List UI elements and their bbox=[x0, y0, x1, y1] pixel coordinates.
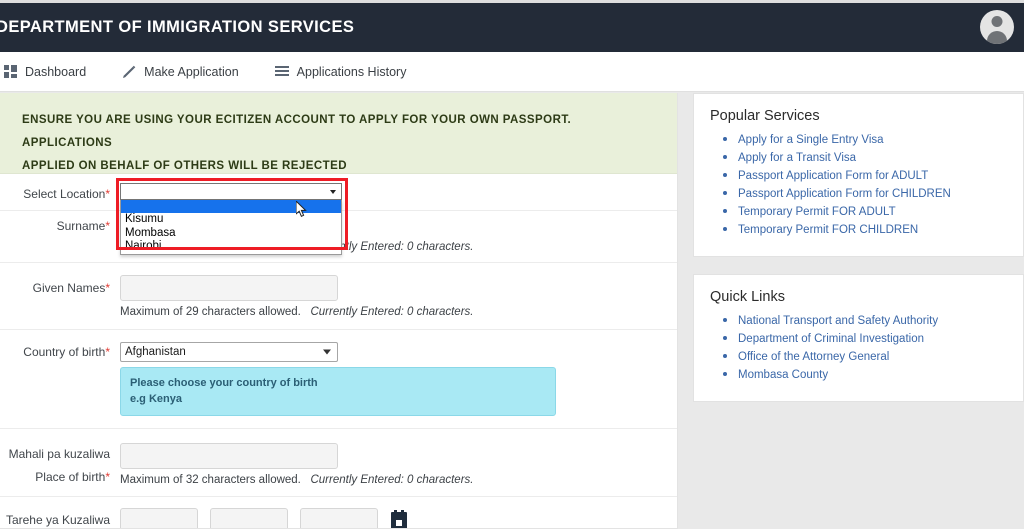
list-lines-icon bbox=[274, 65, 289, 78]
country-of-birth-label: Country of birth* bbox=[23, 345, 110, 359]
list-item: Apply for a Single Entry Visa bbox=[738, 130, 1007, 148]
given-names-hint-count: : 0 characters. bbox=[400, 306, 474, 318]
place-of-birth-hint: Maximum of 32 characters allowed. Curren… bbox=[120, 474, 677, 486]
link-ntsa[interactable]: National Transport and Safety Authority bbox=[738, 314, 938, 329]
given-names-input[interactable] bbox=[120, 275, 338, 301]
popular-services-title: Popular Services bbox=[710, 108, 820, 124]
place-of-birth-hint-entered: Currently Entered bbox=[310, 474, 401, 486]
list-item: Temporary Permit FOR ADULT bbox=[738, 202, 1007, 220]
select-location-option-blank[interactable] bbox=[121, 200, 341, 213]
link-mombasa-county[interactable]: Mombasa County bbox=[738, 368, 828, 383]
list-item: Mombasa County bbox=[738, 365, 1007, 383]
quick-links-card: Quick Links National Transport and Safet… bbox=[693, 274, 1024, 402]
app-header: DEPARTMENT OF IMMIGRATION SERVICES bbox=[0, 3, 1024, 52]
ecitizen-notice-banner: ENSURE YOU ARE USING YOUR ECITIZEN ACCOU… bbox=[0, 93, 677, 174]
link-attorney-general[interactable]: Office of the Attorney General bbox=[738, 350, 889, 365]
main-navbar: Dashboard Make Application Applications … bbox=[0, 52, 1024, 92]
link-passport-children[interactable]: Passport Application Form for CHILDREN bbox=[738, 187, 951, 202]
link-temp-permit-adult[interactable]: Temporary Permit FOR ADULT bbox=[738, 205, 896, 220]
country-of-birth-selected-value: Afghanistan bbox=[125, 346, 186, 358]
list-item: Office of the Attorney General bbox=[738, 347, 1007, 365]
surname-label: Surname* bbox=[56, 219, 110, 233]
user-avatar-body-icon bbox=[987, 31, 1007, 44]
date-of-birth-year-input[interactable] bbox=[300, 508, 378, 528]
select-location-option-mombasa[interactable]: Mombasa bbox=[121, 227, 341, 241]
select-location-label: Select Location* bbox=[23, 187, 110, 201]
quick-links-title: Quick Links bbox=[710, 289, 785, 305]
field-row-given-names: Given Names* Maximum of 29 characters al… bbox=[0, 263, 677, 330]
date-of-birth-controls bbox=[120, 508, 677, 528]
given-names-hint-max: Maximum of 29 characters allowed. bbox=[120, 306, 301, 318]
select-location-input[interactable] bbox=[120, 183, 342, 200]
date-of-birth-day-input[interactable] bbox=[120, 508, 198, 528]
application-form-panel: ENSURE YOU ARE USING YOUR ECITIZEN ACCOU… bbox=[0, 93, 678, 529]
field-row-place-of-birth: Mahali pa kuzaliwa Place of birth* Maxim… bbox=[0, 429, 677, 497]
list-item: National Transport and Safety Authority bbox=[738, 311, 1007, 329]
country-of-birth-info-line-2: e.g Kenya bbox=[130, 393, 182, 405]
given-names-label: Given Names* bbox=[32, 281, 110, 295]
right-sidebar: Popular Services Apply for a Single Entr… bbox=[693, 93, 1024, 419]
select-location-control: Kisumu Mombasa Nairobi bbox=[116, 178, 348, 255]
place-of-birth-label-sw: Mahali pa kuzaliwa bbox=[8, 447, 110, 461]
link-temp-permit-children[interactable]: Temporary Permit FOR CHILDREN bbox=[738, 223, 918, 238]
pencil-icon bbox=[122, 65, 136, 79]
chevron-down-icon bbox=[330, 189, 336, 194]
nav-item-dashboard-label: Dashboard bbox=[25, 64, 87, 79]
chevron-down-icon bbox=[323, 349, 331, 355]
calendar-icon[interactable] bbox=[390, 510, 408, 528]
user-avatar-icon bbox=[991, 16, 1003, 27]
field-row-select-location: Select Location* Kisumu Mombasa Nairobi bbox=[0, 174, 677, 255]
list-item: Passport Application Form for ADULT bbox=[738, 166, 1007, 184]
page-root: DEPARTMENT OF IMMIGRATION SERVICES Dashb… bbox=[0, 0, 1024, 529]
country-of-birth-info-line-1: Please choose your country of birth bbox=[130, 377, 318, 389]
link-single-entry-visa[interactable]: Apply for a Single Entry Visa bbox=[738, 133, 884, 148]
country-of-birth-select[interactable]: Afghanistan bbox=[120, 342, 338, 362]
avatar[interactable] bbox=[980, 10, 1014, 44]
date-of-birth-label: Tarehe ya Kuzaliwa bbox=[5, 513, 110, 527]
nav-item-make-application-label: Make Application bbox=[144, 64, 239, 79]
page-title: DEPARTMENT OF IMMIGRATION SERVICES bbox=[0, 18, 355, 36]
given-names-hint-entered: Currently Entered bbox=[310, 306, 401, 318]
nav-item-applications-history[interactable]: Applications History bbox=[274, 64, 407, 79]
field-row-date-of-birth: Tarehe ya Kuzaliwa bbox=[0, 497, 677, 528]
nav-item-make-application[interactable]: Make Application bbox=[122, 65, 239, 79]
nav-item-applications-history-label: Applications History bbox=[296, 64, 407, 79]
notice-line-1: ENSURE YOU ARE USING YOUR ECITIZEN ACCOU… bbox=[22, 114, 572, 149]
nav-item-dashboard[interactable]: Dashboard bbox=[4, 65, 86, 79]
list-item: Apply for a Transit Visa bbox=[738, 148, 1007, 166]
place-of-birth-input[interactable] bbox=[120, 443, 338, 469]
given-names-hint: Maximum of 29 characters allowed. Curren… bbox=[120, 306, 677, 318]
place-of-birth-label: Mahali pa kuzaliwa Place of birth* bbox=[0, 439, 110, 485]
surname-hint-count: : 0 characters. bbox=[400, 241, 474, 253]
quick-links-list: National Transport and Safety Authority … bbox=[710, 311, 1007, 383]
list-item: Department of Criminal Investigation bbox=[738, 329, 1007, 347]
place-of-birth-hint-count: : 0 characters. bbox=[400, 474, 474, 486]
country-of-birth-info-box: Please choose your country of birth e.g … bbox=[120, 367, 556, 416]
select-location-option-nairobi[interactable]: Nairobi bbox=[121, 240, 341, 254]
date-of-birth-month-input[interactable] bbox=[210, 508, 288, 528]
popular-services-list: Apply for a Single Entry Visa Apply for … bbox=[710, 130, 1007, 238]
dashboard-grid-icon bbox=[4, 65, 17, 78]
popular-services-card: Popular Services Apply for a Single Entr… bbox=[693, 93, 1024, 257]
link-transit-visa[interactable]: Apply for a Transit Visa bbox=[738, 151, 856, 166]
field-row-country-of-birth: Country of birth* Afghanistan Please cho… bbox=[0, 330, 677, 429]
link-dci[interactable]: Department of Criminal Investigation bbox=[738, 332, 924, 347]
select-location-options-list[interactable]: Kisumu Mombasa Nairobi bbox=[120, 200, 342, 255]
link-passport-adult[interactable]: Passport Application Form for ADULT bbox=[738, 169, 928, 184]
place-of-birth-label-en: Place of birth* bbox=[35, 470, 110, 484]
place-of-birth-hint-max: Maximum of 32 characters allowed. bbox=[120, 474, 301, 486]
select-location-option-kisumu[interactable]: Kisumu bbox=[121, 213, 341, 227]
list-item: Temporary Permit FOR CHILDREN bbox=[738, 220, 1007, 238]
list-item: Passport Application Form for CHILDREN bbox=[738, 184, 1007, 202]
